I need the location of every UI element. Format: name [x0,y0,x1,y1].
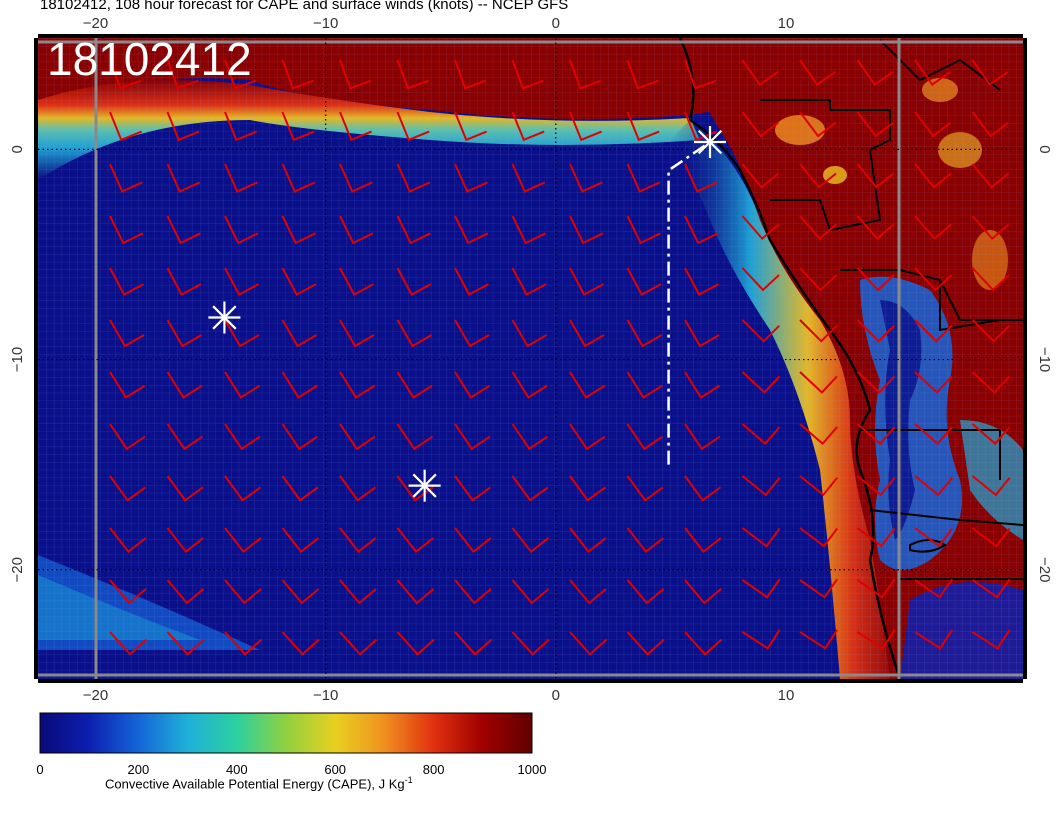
colorbar-label: Convective Available Potential Energy (C… [105,775,413,791]
map-figure: 0 200 400 600 800 1000 −20 −10 0 10−20 −10 0 100−10… [9,15,1056,777]
wind-barb [743,681,780,700]
x-tick-label-bottom: −20 [83,687,108,704]
y-tick-label-left: −10 [9,347,26,372]
wind-barb [1030,476,1056,495]
wind-barb [915,681,952,700]
wind-barb [1030,372,1056,392]
wind-barb [1030,112,1056,136]
map-area [38,38,1056,706]
x-tick-label-bottom: 0 [552,687,560,704]
frame-left-bar [34,38,38,679]
wind-barb [1030,60,1056,85]
y-tick-label-right: −20 [1036,557,1053,582]
wind-barb [1030,164,1056,187]
frame-bottom-bar [38,679,1023,683]
x-tick-label-bottom: 10 [778,687,795,704]
wind-barb [570,684,607,706]
wind-barb [1030,681,1056,700]
x-tick-label-top: 10 [778,15,795,32]
colorbar-tick-label: 1000 [518,762,547,777]
y-tick-label-right: 0 [1036,145,1053,153]
frame-right-bar [1023,38,1027,679]
asterisk-marker [208,301,241,334]
y-tick-label-left: −20 [9,557,26,582]
wind-barb [1030,320,1056,341]
wind-barb [628,684,665,706]
wind-barb [225,684,262,706]
colorbar-label-superscript: -1 [404,775,413,785]
wind-barb [1030,424,1056,444]
y-tick-label-left: 0 [9,145,26,153]
wind-barb [1030,528,1056,546]
wind-barb [1030,216,1056,239]
wind-barb [455,684,492,706]
wind-barb [340,684,377,706]
wind-barb [800,681,837,700]
wind-barb [858,681,895,700]
wind-barb [398,684,435,706]
colorbar-tick-label: 800 [423,762,445,777]
wind-barb [685,684,722,706]
wind-barb [973,681,1010,700]
asterisk-marker [694,126,727,159]
asterisk-marker [408,469,441,502]
x-tick-label-bottom: −10 [313,687,338,704]
x-tick-label-top: −10 [313,15,338,32]
wind-barb [513,684,550,706]
wind-barb [1030,268,1056,290]
colorbar-tick-label: 0 [36,762,43,777]
x-tick-label-top: 0 [552,15,560,32]
y-tick-label-right: −10 [1036,347,1053,372]
wind-barb [1030,630,1056,648]
x-tick-label-top: −20 [83,15,108,32]
forecast-stamp: 18102412 [47,33,252,85]
wind-barb [110,684,147,706]
colorbar-label-text: Convective Available Potential Energy (C… [105,776,405,792]
colorbar [39,712,533,754]
wind-barb [168,684,205,706]
